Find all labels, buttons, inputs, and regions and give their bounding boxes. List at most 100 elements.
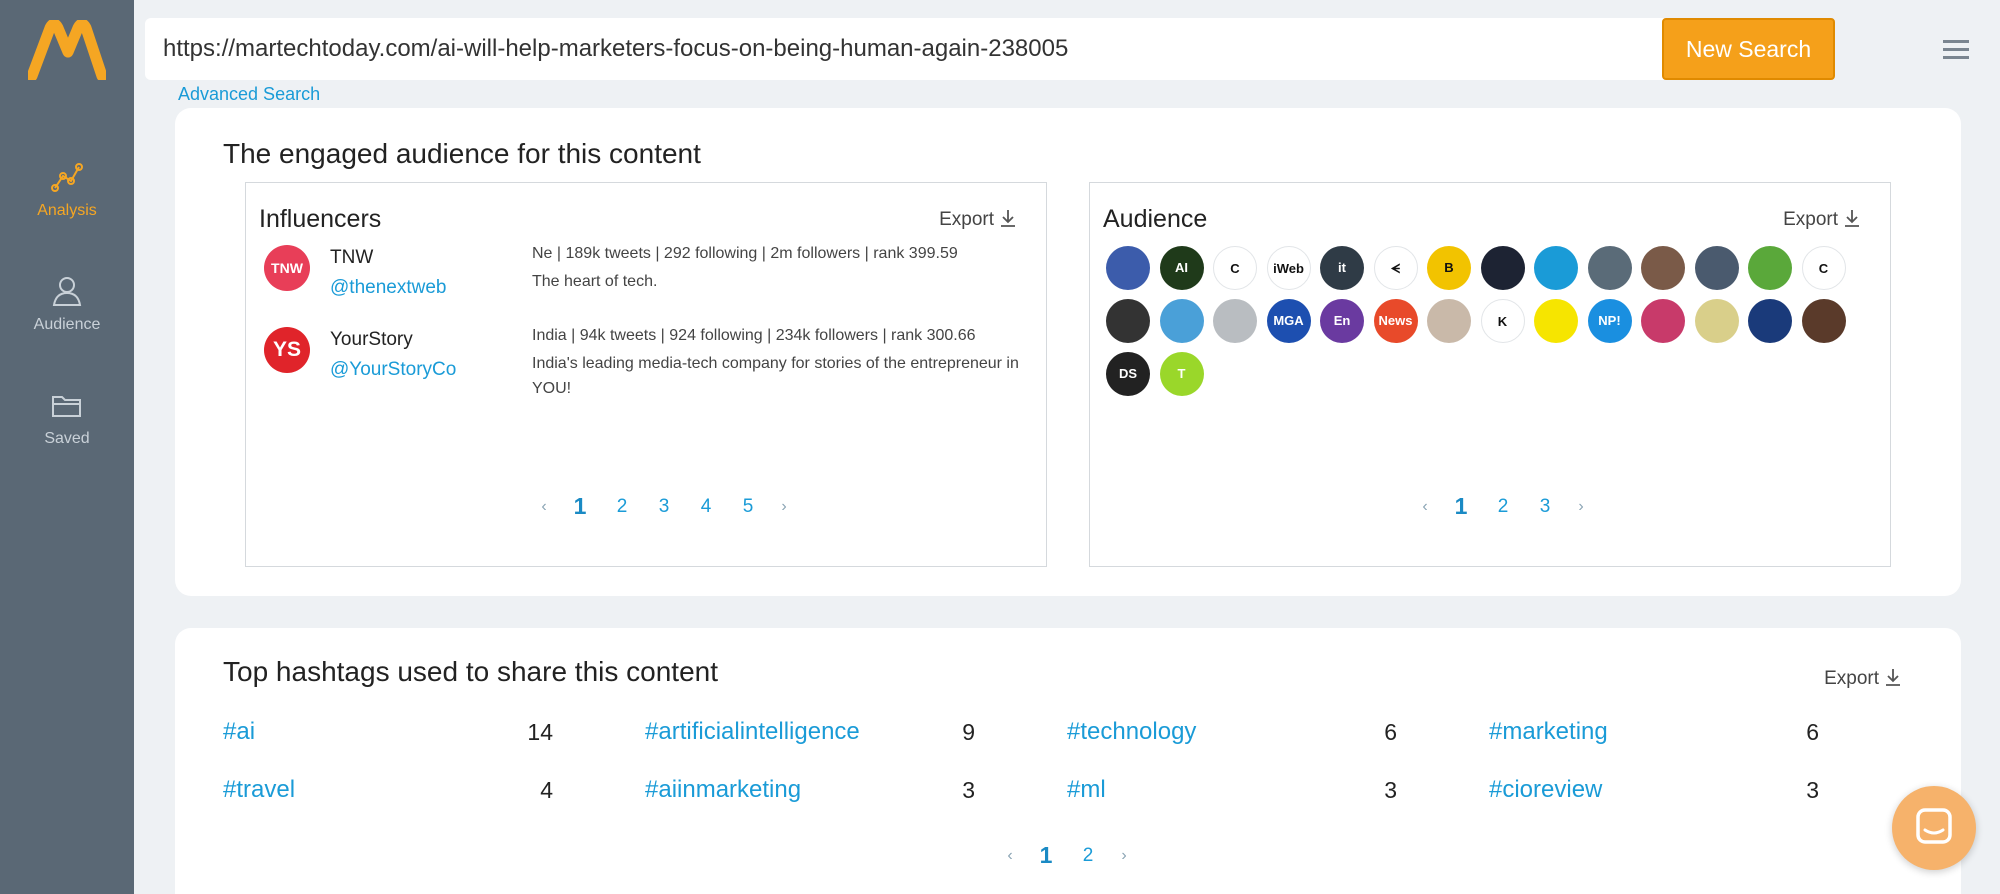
audience-avatar[interactable]	[1213, 299, 1257, 343]
hashtag-link[interactable]: #cioreview	[1489, 776, 1602, 804]
sidebar: Analysis Audience Saved	[0, 0, 134, 894]
influencer-handle-link[interactable]: @YourStoryCo	[330, 359, 456, 381]
sidebar-item-label: Analysis	[37, 202, 97, 219]
chat-launcher-button[interactable]	[1892, 786, 1976, 870]
hashtag-count: 3	[962, 777, 975, 803]
audience-avatar[interactable]: AI	[1159, 246, 1204, 290]
audience-avatar[interactable]: it	[1320, 246, 1364, 290]
hashtag-link[interactable]: #ml	[1067, 776, 1106, 804]
new-search-button[interactable]: New Search	[1662, 18, 1835, 80]
hashtag-count: 3	[1384, 777, 1397, 803]
url-input[interactable]	[163, 18, 1643, 80]
next-page-button[interactable]: ›	[1109, 847, 1139, 865]
audience-avatar[interactable]: En	[1320, 299, 1364, 343]
audience-avatar[interactable]	[1106, 299, 1150, 343]
audience-avatar[interactable]	[1480, 246, 1525, 290]
audience-avatar[interactable]	[1641, 299, 1685, 343]
audience-avatar[interactable]: MGA	[1266, 299, 1311, 343]
influencer-name: YourStory	[330, 329, 413, 350]
folder-icon	[52, 396, 81, 417]
hashtag-count: 9	[962, 719, 975, 745]
page-4-button[interactable]: 4	[685, 496, 727, 518]
audience-avatar[interactable]	[1748, 246, 1792, 290]
export-label: Export	[939, 209, 994, 230]
logo-icon[interactable]	[28, 20, 106, 80]
audience-avatar[interactable]: C	[1213, 246, 1257, 290]
influencer-row[interactable]: TNW TNW @thenextweb Ne | 189k tweets | 2…	[264, 245, 1044, 315]
section-title: The engaged audience for this content	[223, 138, 701, 169]
sidebar-item-audience[interactable]: Audience	[0, 274, 134, 334]
audience-avatar[interactable]	[1159, 299, 1204, 343]
hashtag-link[interactable]: #aiinmarketing	[645, 776, 801, 804]
audience-avatar[interactable]	[1748, 299, 1792, 343]
influencer-row[interactable]: YS YourStory @YourStoryCo India | 94k tw…	[264, 327, 1044, 397]
sidebar-item-label: Saved	[44, 430, 90, 447]
export-button[interactable]: Export	[1824, 668, 1901, 690]
prev-page-button[interactable]: ‹	[529, 498, 559, 516]
audience-avatar[interactable]: K	[1480, 299, 1525, 343]
engaged-audience-card: The engaged audience for this content In…	[175, 108, 1961, 596]
influencer-handle-link[interactable]: @thenextweb	[330, 277, 446, 299]
export-label: Export	[1824, 668, 1879, 689]
influencer-bio: The heart of tech.	[532, 273, 658, 290]
audience-avatar[interactable]: iWeb	[1266, 246, 1311, 290]
audience-avatar[interactable]	[1106, 246, 1150, 290]
hashtags-pagination: ‹ 1 2 ›	[995, 842, 1139, 869]
audience-avatar[interactable]: C	[1801, 246, 1846, 290]
audience-avatar[interactable]: ᗕ	[1373, 246, 1418, 290]
panel-title: Audience	[1103, 205, 1208, 233]
next-page-button[interactable]: ›	[769, 498, 799, 516]
chat-icon	[1916, 808, 1952, 844]
hashtag-link[interactable]: #marketing	[1489, 718, 1608, 746]
analysis-chart-icon	[51, 163, 83, 192]
next-page-button[interactable]: ›	[1566, 498, 1596, 516]
sidebar-item-analysis[interactable]: Analysis	[0, 160, 134, 220]
sidebar-item-saved[interactable]: Saved	[0, 388, 134, 448]
audience-avatar[interactable]: B	[1427, 246, 1471, 290]
download-icon	[1886, 669, 1900, 686]
search-bar: New Search	[145, 18, 1835, 80]
page-3-button[interactable]: 3	[1524, 496, 1566, 518]
audience-pagination: ‹ 1 2 3 ›	[1410, 493, 1596, 520]
audience-avatar[interactable]	[1801, 299, 1846, 343]
audience-avatar[interactable]	[1427, 299, 1471, 343]
page-2-button[interactable]: 2	[1067, 845, 1109, 867]
audience-avatar[interactable]	[1587, 246, 1632, 290]
influencer-stats: India | 94k tweets | 924 following | 234…	[532, 327, 976, 344]
export-button[interactable]: Export	[1783, 209, 1860, 231]
page-2-button[interactable]: 2	[601, 496, 643, 518]
advanced-search-link[interactable]: Advanced Search	[178, 84, 320, 105]
hashtag-link[interactable]: #artificialintelligence	[645, 718, 860, 746]
audience-avatar[interactable]: T	[1159, 352, 1204, 396]
page-1-button[interactable]: 1	[1025, 842, 1067, 869]
audience-avatar[interactable]	[1534, 299, 1578, 343]
hashtag-link[interactable]: #travel	[223, 776, 295, 804]
audience-avatar[interactable]	[1694, 246, 1739, 290]
page-2-button[interactable]: 2	[1482, 496, 1524, 518]
page-1-button[interactable]: 1	[1440, 493, 1482, 520]
hashtag-link[interactable]: #ai	[223, 718, 255, 746]
avatar[interactable]: TNW	[264, 245, 310, 291]
prev-page-button[interactable]: ‹	[1410, 498, 1440, 516]
page-5-button[interactable]: 5	[727, 496, 769, 518]
audience-avatar[interactable]: DS	[1106, 352, 1150, 396]
influencer-bio: India's leading media-tech company for s…	[532, 355, 1019, 397]
menu-icon[interactable]	[1943, 38, 1969, 60]
audience-avatar[interactable]: NP!	[1587, 299, 1632, 343]
export-button[interactable]: Export	[939, 209, 1016, 231]
avatar[interactable]: YS	[264, 327, 310, 373]
audience-avatar[interactable]	[1694, 299, 1739, 343]
page-3-button[interactable]: 3	[643, 496, 685, 518]
page-1-button[interactable]: 1	[559, 493, 601, 520]
hashtag-count: 4	[540, 777, 553, 803]
audience-panel: Audience Export AI CiWeb it ᗕ B C MGA En News K NP…	[1089, 182, 1891, 567]
audience-avatar[interactable]: News	[1373, 299, 1418, 343]
hashtag-count: 14	[527, 719, 553, 745]
audience-avatar[interactable]	[1534, 246, 1578, 290]
hashtag-count: 6	[1806, 719, 1819, 745]
hashtag-link[interactable]: #technology	[1067, 718, 1196, 746]
prev-page-button[interactable]: ‹	[995, 847, 1025, 865]
user-icon	[52, 277, 82, 306]
audience-avatar[interactable]	[1641, 246, 1685, 290]
download-icon	[1001, 210, 1015, 227]
